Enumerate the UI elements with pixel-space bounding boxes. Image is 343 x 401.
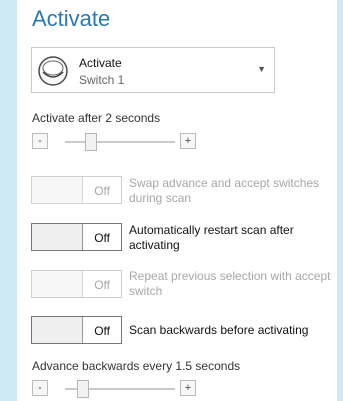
toggle-state: Off xyxy=(94,324,110,338)
swap-switches-toggle[interactable]: Off xyxy=(31,176,122,204)
toggle-knob xyxy=(32,224,83,250)
repeat-selection-toggle[interactable]: Off xyxy=(31,270,122,298)
activate-after-slider[interactable]: - + xyxy=(32,133,196,153)
increase-button[interactable]: + xyxy=(180,133,196,149)
increase-button[interactable]: + xyxy=(180,380,196,396)
swap-switches-label: Swap advance and accept switches during … xyxy=(129,176,320,205)
slider-thumb[interactable] xyxy=(76,380,89,398)
switch-name: Activate xyxy=(79,56,122,70)
decrease-button[interactable]: - xyxy=(32,380,48,396)
repeat-selection-label: Repeat previous selection with accept sw… xyxy=(129,269,331,298)
auto-restart-toggle[interactable]: Off xyxy=(31,223,122,251)
toggle-state: Off xyxy=(94,278,110,292)
decrease-button[interactable]: - xyxy=(32,133,48,149)
scan-backwards-label: Scan backwards before activating xyxy=(129,323,309,337)
toggle-state: Off xyxy=(94,184,110,198)
advance-backwards-slider[interactable]: - + xyxy=(32,380,196,400)
slider-track[interactable] xyxy=(65,141,175,143)
activate-after-label: Activate after 2 seconds xyxy=(32,111,161,125)
toggle-knob xyxy=(32,177,83,203)
slider-thumb[interactable] xyxy=(84,133,97,151)
switch-subtitle: Switch 1 xyxy=(79,73,125,87)
page-title: Activate xyxy=(32,6,111,31)
toggle-knob xyxy=(32,271,83,297)
toggle-knob xyxy=(32,317,83,343)
switch-dropdown[interactable]: Activate Switch 1 ▼ xyxy=(31,47,275,93)
toggle-state: Off xyxy=(94,231,110,245)
advance-backwards-label: Advance backwards every 1.5 seconds xyxy=(32,359,241,373)
switch-button-icon xyxy=(38,56,68,86)
chevron-down-icon: ▼ xyxy=(257,64,266,74)
scan-backwards-toggle[interactable]: Off xyxy=(31,316,122,344)
auto-restart-label: Automatically restart scan after activat… xyxy=(129,223,294,252)
